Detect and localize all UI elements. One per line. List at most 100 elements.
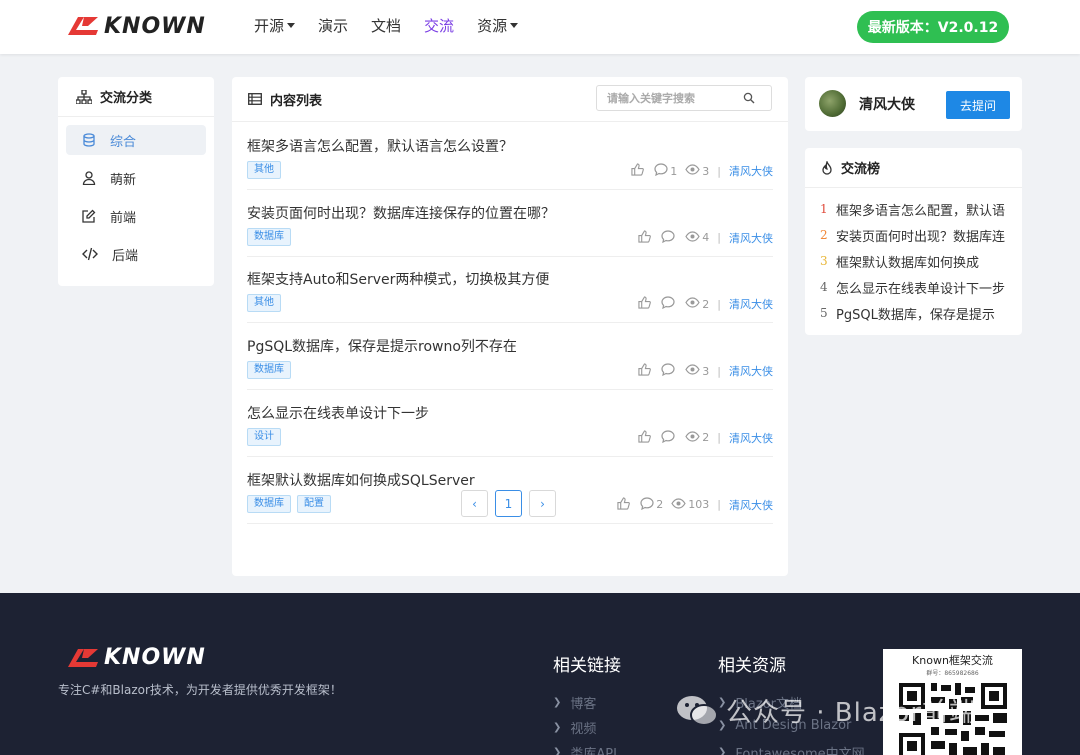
nav-label: 开源 [254, 17, 285, 35]
like-button[interactable] [638, 230, 653, 246]
category-label: 萌新 [110, 172, 137, 188]
search-input[interactable]: 请输入关键字搜索 [596, 85, 772, 111]
ranking-header: 交流榜 [805, 148, 1022, 188]
next-page-button[interactable]: › [529, 490, 556, 517]
prev-page-button[interactable]: ‹ [461, 490, 488, 517]
rank-title[interactable]: 安装页面何时出现？数据库连 [836, 226, 1005, 245]
ask-question-button[interactable]: 去提问 [946, 91, 1010, 119]
post-meta: 3 | 清风大侠 [630, 363, 773, 379]
post-title[interactable]: 安装页面何时出现？数据库连接保存的位置在哪？ [247, 203, 555, 223]
rank-title[interactable]: 框架默认数据库如何换成 [836, 252, 979, 271]
footer-resource-fontawesome[interactable]: ❯ Fontawesome中文网 [718, 743, 865, 755]
view-count: 3 [685, 164, 709, 178]
user-name[interactable]: 清风大侠 [859, 94, 915, 114]
post-title[interactable]: 框架默认数据库如何换成SQLServer [247, 470, 475, 490]
footer-resources-title: 相关资源 [718, 656, 786, 676]
post-author[interactable]: 清风大侠 [729, 230, 773, 246]
post-item[interactable]: 框架支持Auto和Server两种模式，切换极其方便 其他 2 | 清风大侠 [247, 269, 773, 324]
post-meta: 1 3 | 清风大侠 [623, 163, 773, 179]
rank-title[interactable]: PgSQL数据库，保存是提示 [836, 304, 995, 323]
rank-number: 5 [820, 306, 828, 320]
comment-count: 2 [640, 496, 663, 513]
ranking-item[interactable]: 4 怎么显示在线表单设计下一步 [805, 274, 1022, 300]
search-icon[interactable] [743, 92, 755, 104]
thumbs-up-icon [638, 363, 653, 379]
view-count-value: 3 [702, 364, 710, 378]
rank-title[interactable]: 框架多语言怎么配置，默认语 [836, 200, 1005, 219]
like-button[interactable] [638, 363, 653, 379]
like-button[interactable] [631, 163, 646, 179]
post-title[interactable]: 框架多语言怎么配置，默认语言怎么设置？ [247, 136, 513, 156]
post-tag[interactable]: 数据库 [247, 361, 291, 380]
like-button[interactable] [638, 296, 653, 312]
page-1-button[interactable]: 1 [495, 490, 522, 517]
comment-count-value: 1 [670, 164, 678, 178]
post-item[interactable]: PgSQL数据库，保存是提示rowno列不存在 数据库 3 | 清风大侠 [247, 336, 773, 391]
post-tag[interactable]: 数据库 [247, 494, 291, 513]
rank-title[interactable]: 怎么显示在线表单设计下一步 [836, 278, 1005, 297]
post-title[interactable]: 怎么显示在线表单设计下一步 [247, 403, 429, 423]
post-tag[interactable]: 其他 [247, 161, 281, 179]
rank-number: 4 [820, 280, 828, 294]
avatar[interactable] [819, 90, 846, 117]
ranking-title: 交流榜 [841, 162, 881, 177]
post-item[interactable]: 怎么显示在线表单设计下一步 设计 2 | 清风大侠 [247, 403, 773, 457]
post-item[interactable]: 安装页面何时出现？数据库连接保存的位置在哪？ 数据库 4 | 清风大侠 [247, 203, 773, 257]
category-item-general[interactable]: 综合 [66, 125, 206, 155]
post-title[interactable]: PgSQL数据库，保存是提示rowno列不存在 [247, 336, 517, 356]
view-count: 2 [685, 431, 709, 445]
meta-separator: | [717, 364, 721, 378]
category-item-frontend[interactable]: 前端 [66, 201, 206, 231]
post-title[interactable]: 框架支持Auto和Server两种模式，切换极其方便 [247, 269, 549, 289]
footer-link-video[interactable]: ❯ 视频 [553, 718, 596, 737]
ranking-list: 1 框架多语言怎么配置，默认语 2 安装页面何时出现？数据库连 3 框架默认数据库如何换成… [805, 188, 1022, 326]
known-logo[interactable]: KNOWN [68, 12, 206, 40]
post-tag[interactable]: 其他 [247, 294, 281, 313]
nav-item-docs[interactable]: 文档 [371, 15, 401, 36]
edit-icon [82, 209, 96, 223]
eye-icon [685, 431, 702, 445]
ranking-item[interactable]: 5 PgSQL数据库，保存是提示 [805, 300, 1022, 326]
category-label: 前端 [110, 210, 137, 226]
footer-link-label: 类库API [570, 747, 617, 755]
post-author[interactable]: 清风大侠 [729, 497, 773, 513]
comment-count [661, 363, 677, 379]
latest-version-button[interactable]: 最新版本：V2.0.12 [857, 11, 1009, 43]
comment-icon [661, 296, 677, 312]
category-item-newbie[interactable]: 萌新 [66, 163, 206, 193]
footer-link-api[interactable]: ❯ 类库API [553, 743, 617, 755]
nav-label: 资源 [477, 17, 508, 35]
ranking-item[interactable]: 1 框架多语言怎么配置，默认语 [805, 196, 1022, 222]
post-tag[interactable]: 设计 [247, 427, 281, 446]
rank-number: 3 [820, 254, 828, 268]
post-tag[interactable]: 配置 [297, 494, 331, 513]
view-count-value: 103 [688, 498, 710, 511]
footer-logo[interactable]: KNOWN [68, 645, 206, 670]
like-button[interactable] [638, 430, 653, 446]
nav-label: 交流 [424, 17, 455, 35]
nav-item-demo[interactable]: 演示 [318, 15, 348, 36]
nav-item-opensource[interactable]: 开源 [254, 15, 296, 36]
sitemap-icon [76, 89, 92, 104]
post-tag[interactable]: 数据库 [247, 227, 291, 246]
content-list-header: 内容列表 请输入关键字搜索 [232, 77, 788, 122]
like-button[interactable] [617, 496, 632, 513]
view-count-value: 3 [702, 164, 710, 178]
chevron-right-icon: ❯ [718, 747, 727, 755]
top-header: KNOWN 开源 演示 文档 交流 资源 最新版本：V2.0.12 [0, 0, 1080, 54]
post-author[interactable]: 清风大侠 [729, 430, 773, 446]
nav-item-resources[interactable]: 资源 [477, 15, 519, 36]
logo-mark-icon [68, 648, 98, 667]
ranking-item[interactable]: 2 安装页面何时出现？数据库连 [805, 222, 1022, 248]
post-author[interactable]: 清风大侠 [729, 296, 773, 312]
footer-link-blog[interactable]: ❯ 博客 [553, 693, 596, 712]
post-meta: 2 103 | 清风大侠 [609, 496, 773, 513]
post-author[interactable]: 清风大侠 [729, 363, 773, 379]
category-panel: 交流分类 综合 萌新 前端 后端 [58, 77, 214, 286]
ranking-item[interactable]: 3 框架默认数据库如何换成 [805, 248, 1022, 274]
post-author[interactable]: 清风大侠 [729, 163, 773, 179]
category-item-backend[interactable]: 后端 [66, 239, 206, 269]
nav-item-community[interactable]: 交流 [424, 15, 454, 36]
category-label: 综合 [110, 134, 137, 150]
post-item[interactable]: 框架多语言怎么配置，默认语言怎么设置？ 其他 1 3 | 清风大侠 [247, 136, 773, 190]
